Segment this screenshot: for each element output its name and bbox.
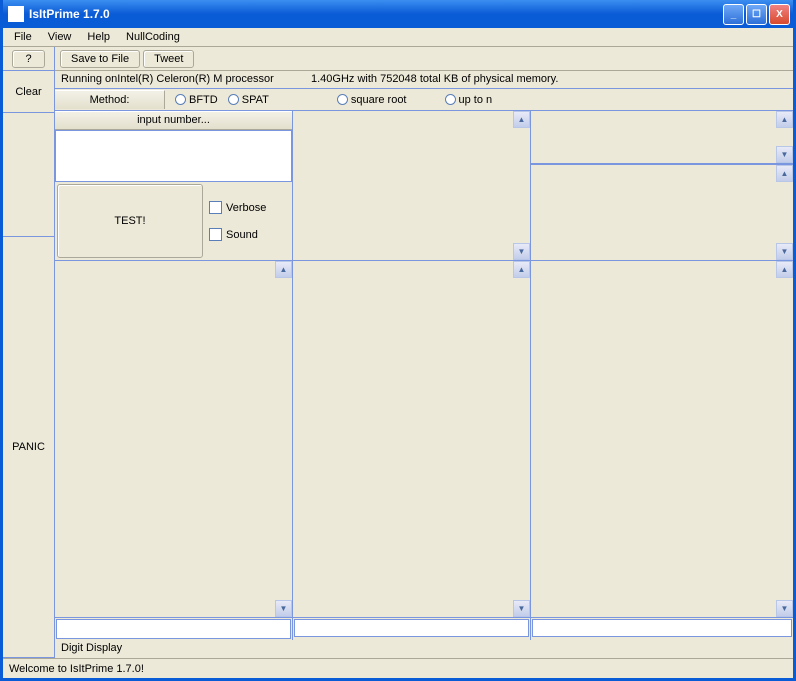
- verbose-checkbox[interactable]: Verbose: [209, 201, 292, 214]
- test-button[interactable]: TEST!: [57, 184, 203, 258]
- statusbar: Welcome to IsItPrime 1.7.0!: [3, 658, 793, 678]
- radio-up-to-n[interactable]: up to n: [441, 94, 497, 106]
- help-button[interactable]: ?: [12, 50, 44, 68]
- menu-help[interactable]: Help: [80, 29, 117, 45]
- digit-display-label: Digit Display: [55, 640, 793, 658]
- output-pane-5: ▲▼: [531, 261, 793, 617]
- bottom-input-2[interactable]: [294, 619, 529, 637]
- radio-spat[interactable]: SPAT: [224, 94, 273, 106]
- bottom-input-1[interactable]: [56, 619, 291, 639]
- method-label: Method:: [55, 90, 165, 109]
- scrollbar[interactable]: ▲▼: [776, 111, 793, 163]
- method-row: Method: BFTD SPAT square root up to n: [55, 89, 793, 111]
- sidebar-spacer: [3, 113, 54, 237]
- sound-checkbox[interactable]: Sound: [209, 228, 292, 241]
- clear-button[interactable]: Clear: [15, 86, 41, 98]
- sidebar: ? Clear PANIC: [3, 47, 55, 658]
- output-pane-2a: ▲▼: [531, 111, 793, 163]
- close-button[interactable]: X: [769, 4, 790, 25]
- system-status: Running onIntel(R) Celeron(R) M processo…: [55, 71, 793, 89]
- statusbar-text: Welcome to IsItPrime 1.7.0!: [9, 663, 144, 675]
- window-title: IsItPrime 1.7.0: [29, 7, 723, 21]
- number-input[interactable]: [55, 130, 292, 182]
- menu-file[interactable]: File: [7, 29, 39, 45]
- menubar: File View Help NullCoding: [3, 28, 793, 47]
- input-number-label: input number...: [55, 111, 292, 130]
- menu-nullcoding[interactable]: NullCoding: [119, 29, 187, 45]
- radio-bftd[interactable]: BFTD: [171, 94, 222, 106]
- toolbar: Save to File Tweet: [55, 47, 793, 71]
- output-pane-1: ▲▼: [293, 111, 530, 260]
- output-pane-4: ▲▼: [293, 261, 530, 617]
- minimize-button[interactable]: _: [723, 4, 744, 25]
- scrollbar[interactable]: ▲▼: [776, 165, 793, 260]
- titlebar: IsItPrime 1.7.0 _ ☐ X: [3, 0, 793, 28]
- menu-view[interactable]: View: [41, 29, 79, 45]
- save-button[interactable]: Save to File: [60, 50, 140, 68]
- bottom-input-3[interactable]: [532, 619, 792, 637]
- scrollbar[interactable]: ▲▼: [513, 261, 530, 617]
- tweet-button[interactable]: Tweet: [143, 50, 194, 68]
- processor-info: Running onIntel(R) Celeron(R) M processo…: [61, 73, 311, 86]
- memory-info: 1.40GHz with 752048 total KB of physical…: [311, 73, 558, 86]
- panic-button[interactable]: PANIC: [12, 441, 45, 453]
- radio-square-root[interactable]: square root: [333, 94, 411, 106]
- app-icon: [8, 6, 24, 22]
- output-pane-3: ▲▼: [55, 261, 292, 617]
- maximize-button[interactable]: ☐: [746, 4, 767, 25]
- output-pane-2b: ▲▼: [531, 165, 793, 260]
- scrollbar[interactable]: ▲▼: [275, 261, 292, 617]
- scrollbar[interactable]: ▲▼: [513, 111, 530, 260]
- scrollbar[interactable]: ▲▼: [776, 261, 793, 617]
